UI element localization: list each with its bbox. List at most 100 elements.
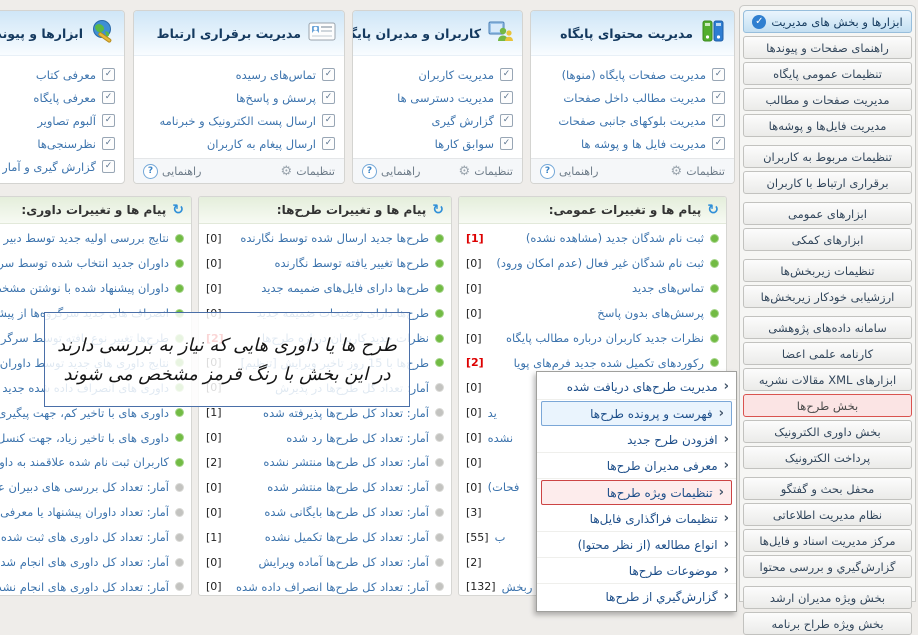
checkbox-icon[interactable]: ✓ — [322, 137, 335, 150]
settings-button[interactable]: تنظیمات⚙ — [671, 164, 725, 179]
checkbox-icon[interactable]: ✓ — [102, 114, 115, 127]
status-row-label[interactable]: آمار: تعداد کل طرح‌ها پذیرفته شده — [228, 406, 429, 420]
context-menu-item[interactable]: ‹ فهرست و پرونده طرح‌ها — [541, 401, 732, 426]
checkbox-icon[interactable]: ✓ — [322, 91, 335, 104]
sidebar-item[interactable]: بخش داوری الکترونیک — [743, 420, 912, 443]
panel-menu-item[interactable]: ✓ گزارش گیری — [359, 109, 513, 132]
context-menu-item[interactable]: ‹ معرفی مدیران طرح‌ها — [537, 453, 736, 479]
checkbox-icon[interactable]: ✓ — [500, 68, 513, 81]
help-button[interactable]: راهنمایی? — [362, 164, 420, 179]
checkbox-icon[interactable]: ✓ — [102, 91, 115, 104]
status-row-label[interactable]: کاربران ثبت نام شده علاقمند به داوری — [0, 455, 169, 469]
checkbox-icon[interactable]: ✓ — [102, 68, 115, 81]
sidebar-item[interactable]: محفل بحث و گفتگو — [743, 477, 912, 500]
settings-button[interactable]: تنظیمات⚙ — [281, 164, 335, 179]
status-row-label[interactable]: آمار: تعداد کل طرح‌ها آماده ویرایش — [228, 555, 429, 569]
help-button[interactable]: راهنمایی? — [143, 164, 201, 179]
sidebar-item[interactable]: بخش ویژه طراح برنامه — [743, 612, 912, 635]
status-row-label[interactable]: آمار: تعداد کل داوری های انجام نشده — [0, 580, 169, 594]
context-menu-item[interactable]: ‹ گزارش‌گیري از طرح‌ها — [537, 584, 736, 609]
status-row-label[interactable]: نتایج بررسی اولیه جدید توسط دبیر علمی — [0, 231, 169, 245]
panel-menu-item[interactable]: ✓ مدیریت مطالب داخل صفحات — [537, 86, 725, 109]
status-row-label[interactable]: داوران پیشنهاد شده با نوشتن مشخصات — [0, 281, 169, 295]
status-row-label[interactable]: داوری های با تاخیر زیاد، جهت کنسل کردن — [0, 431, 169, 445]
checkbox-icon[interactable]: ✓ — [712, 68, 725, 81]
context-menu-item[interactable]: ‹ موضوعات طرح‌ها — [537, 558, 736, 584]
panel-menu-item[interactable]: ✓ نظرسنجی‌ها — [0, 132, 115, 155]
sidebar-item[interactable]: تنظیمات عمومی پایگاه — [743, 62, 912, 85]
status-row-label[interactable]: ثبت نام شدگان غیر فعال (عدم امکان ورود) — [488, 256, 704, 270]
status-row-label[interactable]: طرح‌ها جدید ارسال شده توسط نگارنده — [228, 231, 429, 245]
checkbox-icon[interactable]: ✓ — [102, 160, 115, 173]
status-row-label[interactable]: آمار: تعداد کل داوری های ثبت شده — [0, 530, 169, 544]
sidebar-item[interactable]: پرداخت الکترونیک — [743, 446, 912, 469]
status-row-label[interactable]: آمار: تعداد کل بررسی های دبیران علمی — [0, 480, 169, 494]
panel-menu-item[interactable]: ✓ پرسش و پاسخ‌ها — [140, 86, 335, 109]
sidebar-item[interactable]: ابزارهای کمکی — [743, 228, 912, 251]
sidebar-item[interactable]: بخش طرح‌ها — [743, 394, 912, 417]
status-row-label[interactable]: نظرات جدید کاربران درباره مطالب پایگاه — [488, 331, 704, 345]
status-row-label[interactable]: داوری های با تاخیر کم، جهت پیگیری — [0, 406, 169, 420]
sidebar-item[interactable]: ابزارهای عمومی — [743, 202, 912, 225]
status-row-label[interactable]: آمار: تعداد کل طرح‌ها انصراف داده شده — [228, 580, 429, 594]
sidebar-item[interactable]: بخش ویژه مدیران ارشد — [743, 586, 912, 609]
panel-menu-item[interactable]: ✓ تماس‌های رسیده — [140, 63, 335, 86]
panel-menu-item[interactable]: ✓ معرفی پایگاه — [0, 86, 115, 109]
context-menu-item[interactable]: ‹ افزودن طرح جدید — [537, 427, 736, 453]
context-menu-item[interactable]: ‹ مدیریت طرح‌های دریافت شده — [537, 374, 736, 400]
sidebar-item[interactable]: مدیریت صفحات و مطالب — [743, 88, 912, 111]
status-row-label[interactable]: آمار: تعداد داوران پیشنهاد یا معرفی شده — [0, 505, 169, 519]
status-row-label[interactable]: آمار: تعداد کل طرح‌ها رد شده — [228, 431, 429, 445]
panel-menu-item[interactable]: ✓ مدیریت صفحات پایگاه (منوها) — [537, 63, 725, 86]
panel-menu-item[interactable]: ✓ مدیریت بلوکهای جانبی صفحات — [537, 109, 725, 132]
panel-menu-item[interactable]: ✓ معرفی کتاب — [0, 63, 115, 86]
panel-menu-item[interactable]: ✓ سوابق کارها — [359, 132, 513, 155]
sidebar-item[interactable]: راهنمای صفحات و پیوندها — [743, 36, 912, 59]
status-row-label[interactable]: پرسش‌های بدون پاسخ — [488, 306, 704, 320]
sidebar-item[interactable]: برقراری ارتباط با کاربران — [743, 171, 912, 194]
status-row-label[interactable]: آمار: تعداد کل طرح‌ها تکمیل نشده — [228, 530, 429, 544]
context-menu-item[interactable]: ‹ تنظیمات فراگذاری فایل‌ها — [537, 506, 736, 532]
checkbox-icon[interactable]: ✓ — [500, 137, 513, 150]
help-button[interactable]: راهنمایی? — [540, 164, 598, 179]
sidebar-item[interactable]: تنظیمات مربوط به کاربران — [743, 145, 912, 168]
status-row-label[interactable]: ثبت نام شدگان جدید (مشاهده نشده) — [490, 231, 704, 245]
sidebar-item[interactable]: کارنامه علمی اعضا — [743, 342, 912, 365]
status-row-label[interactable]: طرح‌ها تغییر یافته توسط نگارنده — [228, 256, 429, 270]
refresh-icon[interactable]: ↻ — [707, 202, 719, 218]
panel-menu-item[interactable]: ✓ مدیریت دسترسی ها — [359, 86, 513, 109]
refresh-icon[interactable]: ↻ — [432, 202, 444, 218]
sidebar-item[interactable]: مرکز مدیریت اسناد و فایل‌ها — [743, 529, 912, 552]
status-row-label[interactable]: طرح‌ها دارای فایل‌های ضمیمه جدید — [228, 281, 429, 295]
sidebar-item[interactable]: سامانه داده‌های پژوهشی — [743, 316, 912, 339]
checkbox-icon[interactable]: ✓ — [712, 137, 725, 150]
status-row-label[interactable]: آمار: تعداد کل داوری های انجام شده — [0, 555, 169, 569]
sidebar-item[interactable]: ابزارهای XML مقالات نشریه — [743, 368, 912, 391]
context-menu-item[interactable]: ‹ انواع مطالعه (از نظر محتوا) — [537, 532, 736, 558]
status-row-label[interactable]: تماس‌های جدید — [488, 281, 704, 295]
sidebar-item[interactable]: تنظیمات زیربخش‌ها — [743, 259, 912, 282]
checkbox-icon[interactable]: ✓ — [322, 114, 335, 127]
checkbox-icon[interactable]: ✓ — [712, 91, 725, 104]
panel-menu-item[interactable]: ✓ مدیریت فایل ها و پوشه ها — [537, 132, 725, 155]
status-row-label[interactable]: آمار: تعداد کل طرح‌ها منتشر شده — [228, 480, 429, 494]
checkbox-icon[interactable]: ✓ — [500, 91, 513, 104]
panel-menu-item[interactable]: ✓ مدیریت کاربران — [359, 63, 513, 86]
settings-button[interactable]: تنظیمات⚙ — [459, 164, 513, 179]
sidebar-item[interactable]: ارزشیابی خودکار زیربخش‌ها — [743, 285, 912, 308]
sidebar-item[interactable]: مدیریت فایل‌ها و پوشه‌ها — [743, 114, 912, 137]
panel-menu-item[interactable]: ✓ ارسال پست الکترونیک و خبرنامه — [140, 109, 335, 132]
checkbox-icon[interactable]: ✓ — [712, 114, 725, 127]
panel-menu-item[interactable]: ✓ ارسال پیغام به کاربران — [140, 132, 335, 155]
panel-menu-item[interactable]: ✓ آلبوم تصاویر — [0, 109, 115, 132]
sidebar-item[interactable]: نظام مدیریت اطلاعاتی — [743, 503, 912, 526]
panel-menu-item[interactable]: ✓ گزارش گیری و آمار — [0, 155, 115, 178]
status-row-label[interactable]: آمار: تعداد کل طرح‌ها منتشر نشده — [228, 455, 429, 469]
status-row-label[interactable]: آمار: تعداد کل طرح‌ها بایگانی شده — [228, 505, 429, 519]
sidebar-item[interactable]: گزارش‌گیري و بررسی محتوا — [743, 555, 912, 578]
checkbox-icon[interactable]: ✓ — [322, 68, 335, 81]
context-menu-item[interactable]: ‹ تنظیمات ویژه طرح‌ها — [541, 480, 732, 505]
checkbox-icon[interactable]: ✓ — [102, 137, 115, 150]
refresh-icon[interactable]: ↻ — [172, 202, 184, 218]
status-row-label[interactable]: رکوردهای تکمیل شده جدید فرم‌های پویا — [490, 356, 704, 370]
